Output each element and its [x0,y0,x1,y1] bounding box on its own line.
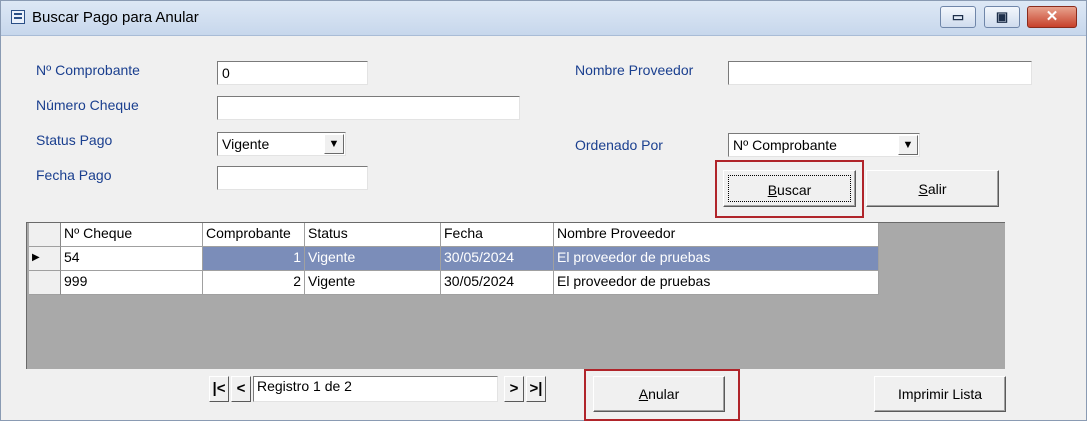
grid-corner [29,223,61,247]
imprimir-lista-button[interactable]: Imprimir Lista [874,376,1006,412]
anular-label: Anular [638,386,680,402]
close-button[interactable]: ✕ [1027,6,1077,28]
cheque-input[interactable] [217,96,520,120]
col-header-proveedor[interactable]: Nombre Proveedor [554,223,879,247]
salir-button[interactable]: Salir [866,170,999,207]
orden-select-value: Nº Comprobante [733,137,837,153]
title-bar[interactable]: Buscar Pago para Anular ▭ ▣ ✕ [1,1,1086,36]
orden-label: Ordenado Por [575,137,663,153]
cell-cheque[interactable]: 54 [61,247,203,271]
proveedor-input[interactable] [728,61,1032,85]
anular-button[interactable]: Anular [593,376,725,412]
comprobante-input[interactable]: 0 [217,61,368,85]
status-select[interactable]: Vigente ▼ [217,132,346,156]
results-grid: Nº Cheque Comprobante Status Fecha Nombr… [26,222,1005,369]
record-position-field[interactable]: Registro 1 de 2 [253,376,498,402]
col-header-cheque[interactable]: Nº Cheque [61,223,203,247]
grid-header-row: Nº Cheque Comprobante Status Fecha Nombr… [29,223,879,247]
col-header-comprobante[interactable]: Comprobante [203,223,305,247]
dropdown-arrow-icon[interactable]: ▼ [324,134,344,154]
maximize-button[interactable]: ▣ [984,6,1020,28]
status-label: Status Pago [36,132,113,148]
salir-label: Salir [918,180,947,197]
cell-proveedor[interactable]: El proveedor de pruebas [554,247,879,271]
proveedor-label: Nombre Proveedor [575,62,694,78]
window: Buscar Pago para Anular ▭ ▣ ✕ Nº Comprob… [0,0,1087,421]
app-icon[interactable] [11,10,25,24]
minimize-button[interactable]: ▭ [940,6,976,28]
minimize-icon: ▭ [951,9,965,24]
cell-comprobante[interactable]: 2 [203,271,305,295]
orden-select[interactable]: Nº Comprobante ▼ [728,133,920,157]
cell-status[interactable]: Vigente [305,247,441,271]
cell-proveedor[interactable]: El proveedor de pruebas [554,271,879,295]
cell-fecha[interactable]: 30/05/2024 [441,247,554,271]
maximize-icon: ▣ [995,9,1009,24]
next-record-button[interactable]: > [504,376,524,402]
buscar-label: Buscar [767,181,812,198]
cell-comprobante[interactable]: 1 [203,247,305,271]
last-record-button[interactable]: >| [526,376,546,402]
cell-status[interactable]: Vigente [305,271,441,295]
window-title: Buscar Pago para Anular [32,9,199,26]
imprimir-label: Imprimir Lista [897,386,982,402]
status-select-value: Vigente [222,136,270,152]
cheque-label: Número Cheque [36,97,139,113]
buscar-button[interactable]: Buscar [723,170,856,207]
cell-fecha[interactable]: 30/05/2024 [441,271,554,295]
cell-cheque[interactable]: 999 [61,271,203,295]
comprobante-label: Nº Comprobante [36,62,140,78]
col-header-fecha[interactable]: Fecha [441,223,554,247]
row-pointer-icon[interactable]: ▶ [29,247,61,271]
prev-record-button[interactable]: < [231,376,251,402]
col-header-status[interactable]: Status [305,223,441,247]
row-pointer-icon[interactable] [29,271,61,295]
dropdown-arrow-icon[interactable]: ▼ [898,135,918,155]
fecha-input[interactable] [217,166,368,190]
table-row[interactable]: 999 2 Vigente 30/05/2024 El proveedor de… [29,271,879,295]
close-icon: ✕ [1045,8,1059,25]
fecha-label: Fecha Pago [36,167,112,183]
form-body: Nº Comprobante 0 Número Cheque Status Pa… [1,36,1086,421]
table-row[interactable]: ▶ 54 1 Vigente 30/05/2024 El proveedor d… [29,247,879,271]
first-record-button[interactable]: |< [209,376,229,402]
